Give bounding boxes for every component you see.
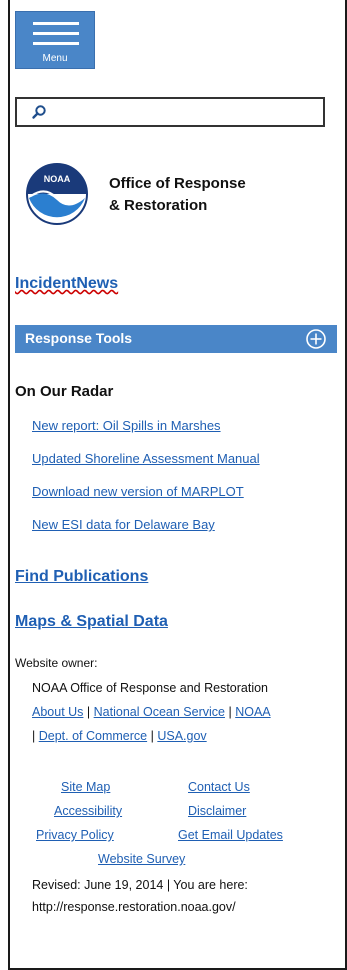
national-ocean-service-link[interactable]: National Ocean Service — [94, 705, 225, 719]
menu-button[interactable]: Menu — [15, 11, 95, 69]
accessibility-link[interactable]: Accessibility — [54, 804, 122, 818]
radar-link-shoreline-manual[interactable]: Updated Shoreline Assessment Manual — [32, 451, 260, 484]
radar-list: New report: Oil Spills in Marshes Update… — [32, 418, 260, 550]
disclaimer-link[interactable]: Disclaimer — [188, 804, 246, 818]
revised-date: Revised: June 19, 2014 | You are here: — [32, 878, 248, 892]
owner-links-row2: | Dept. of Commerce | USA.gov — [32, 729, 207, 743]
separator: | — [150, 729, 154, 743]
radar-link-esi-delaware[interactable]: New ESI data for Delaware Bay — [32, 517, 260, 550]
separator: | — [228, 705, 232, 719]
website-owner-name: NOAA Office of Response and Restoration — [32, 681, 269, 695]
revised-info: Revised: June 19, 2014 | You are here: h… — [32, 874, 248, 918]
privacy-policy-link[interactable]: Privacy Policy — [36, 828, 114, 842]
org-name-line1: Office of Response — [109, 175, 246, 192]
contact-us-link[interactable]: Contact Us — [188, 780, 250, 794]
search-input[interactable] — [15, 97, 325, 127]
website-survey-link[interactable]: Website Survey — [98, 852, 185, 866]
separator: | — [86, 705, 91, 719]
circle-plus-icon — [306, 329, 326, 349]
owner-links-row1: About Us | National Ocean Service | NOAA — [32, 705, 271, 719]
org-name: Office of Response & Restoration — [109, 173, 246, 217]
org-logo-block[interactable]: NOAA Office of Response & Restoration — [25, 162, 325, 232]
separator: | — [32, 729, 36, 743]
site-map-link[interactable]: Site Map — [61, 780, 110, 794]
radar-link-marplot[interactable]: Download new version of MARPLOT — [32, 484, 260, 517]
response-tools-toggle[interactable]: Response Tools — [15, 325, 337, 353]
radar-heading: On Our Radar — [15, 383, 114, 400]
noaa-logo-icon: NOAA — [26, 163, 88, 225]
org-name-line2: & Restoration — [109, 197, 208, 214]
dept-of-commerce-link[interactable]: Dept. of Commerce — [39, 729, 147, 743]
find-publications-link[interactable]: Find Publications — [15, 568, 148, 586]
noaa-link[interactable]: NOAA — [235, 705, 270, 719]
get-email-updates-link[interactable]: Get Email Updates — [178, 828, 283, 842]
maps-spatial-data-link[interactable]: Maps & Spatial Data — [15, 613, 168, 631]
radar-link-oil-spills[interactable]: New report: Oil Spills in Marshes — [32, 418, 260, 451]
about-us-link[interactable]: About Us — [32, 705, 83, 719]
website-owner-label: Website owner: — [15, 656, 98, 670]
noaa-badge-text: NOAA — [44, 174, 71, 184]
incident-news-link[interactable]: IncidentNews — [15, 275, 118, 293]
search-icon — [32, 105, 46, 119]
hamburger-icon — [33, 22, 79, 52]
usa-gov-link[interactable]: USA.gov — [157, 729, 206, 743]
current-url: http://response.restoration.noaa.gov/ — [32, 900, 236, 914]
menu-label: Menu — [42, 53, 68, 64]
response-tools-label: Response Tools — [25, 330, 133, 346]
